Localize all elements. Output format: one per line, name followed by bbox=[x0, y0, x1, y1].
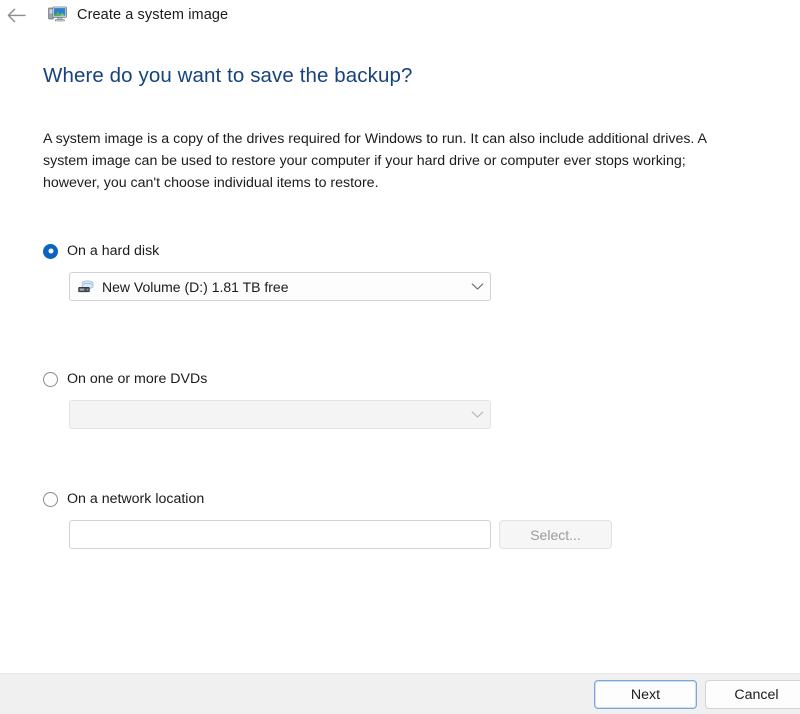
radio-indicator-hard-disk[interactable] bbox=[43, 243, 58, 259]
dvd-control-row bbox=[69, 400, 491, 429]
system-image-icon bbox=[48, 5, 68, 25]
radio-on-a-hard-disk[interactable]: On a hard disk bbox=[43, 241, 491, 261]
radio-label-dvd: On one or more DVDs bbox=[67, 371, 208, 387]
radio-indicator-network[interactable] bbox=[43, 491, 58, 507]
window-title-bar: Create a system image bbox=[0, 0, 800, 30]
back-arrow-icon bbox=[7, 7, 26, 22]
radio-label-network: On a network location bbox=[67, 491, 205, 507]
option-group-hard-disk: On a hard disk New Volume (D:) 1.81 TB f… bbox=[43, 241, 491, 301]
radio-indicator-dvd[interactable] bbox=[43, 371, 58, 387]
back-button[interactable] bbox=[0, 0, 32, 30]
hard-disk-dropdown[interactable]: New Volume (D:) 1.81 TB free bbox=[69, 272, 491, 301]
network-location-input[interactable] bbox=[69, 520, 491, 549]
radio-on-a-network-location[interactable]: On a network location bbox=[43, 489, 612, 509]
radio-on-one-or-more-dvds[interactable]: On one or more DVDs bbox=[43, 369, 491, 389]
network-control-row: Select... bbox=[69, 520, 612, 549]
footer-button-group: Next Cancel bbox=[594, 680, 800, 709]
radio-label-hard-disk: On a hard disk bbox=[67, 243, 160, 259]
dialog-footer: Next Cancel bbox=[0, 673, 800, 714]
next-button[interactable]: Next bbox=[594, 680, 697, 709]
option-group-dvd: On one or more DVDs bbox=[43, 369, 491, 429]
hard-disk-control-row: New Volume (D:) 1.81 TB free bbox=[69, 272, 491, 301]
option-group-network: On a network location Select... bbox=[43, 489, 612, 549]
chevron-down-icon bbox=[471, 278, 484, 296]
select-network-location-button[interactable]: Select... bbox=[499, 520, 612, 549]
page-title: Where do you want to save the backup? bbox=[43, 64, 413, 87]
page-description: A system image is a copy of the drives r… bbox=[43, 131, 707, 191]
cancel-button[interactable]: Cancel bbox=[705, 680, 800, 709]
dvd-dropdown[interactable] bbox=[69, 400, 491, 429]
chevron-down-icon bbox=[471, 406, 484, 424]
window-title: Create a system image bbox=[77, 7, 229, 23]
hard-disk-dropdown-value: New Volume (D:) 1.81 TB free bbox=[102, 278, 289, 295]
hard-drive-icon bbox=[78, 279, 95, 294]
